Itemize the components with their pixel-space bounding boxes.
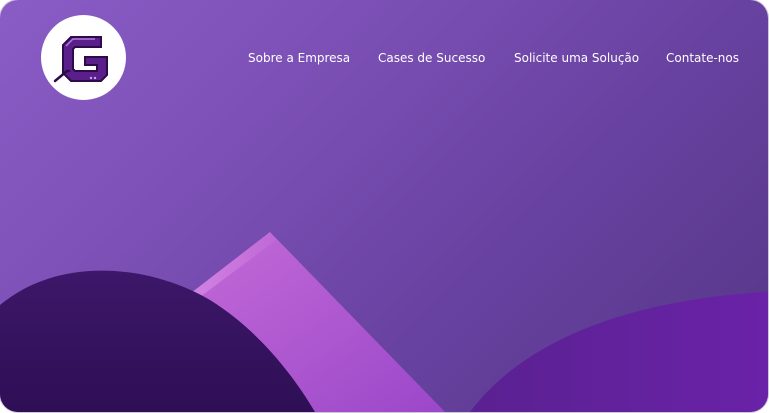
nav-link-solicite-uma-solucao[interactable]: Solicite uma Solução <box>514 49 639 67</box>
nav-link-cases-de-sucesso[interactable]: Cases de Sucesso <box>378 49 485 67</box>
nav-link-sobre-a-empresa[interactable]: Sobre a Empresa <box>248 49 350 67</box>
nav-link-contate-nos[interactable]: Contate-nos <box>666 49 739 67</box>
main-navigation: Sobre a Empresa Cases de Sucesso Solicit… <box>0 49 768 67</box>
right-hill <box>470 292 768 412</box>
hero-banner: Sobre a Empresa Cases de Sucesso Solicit… <box>0 0 768 412</box>
